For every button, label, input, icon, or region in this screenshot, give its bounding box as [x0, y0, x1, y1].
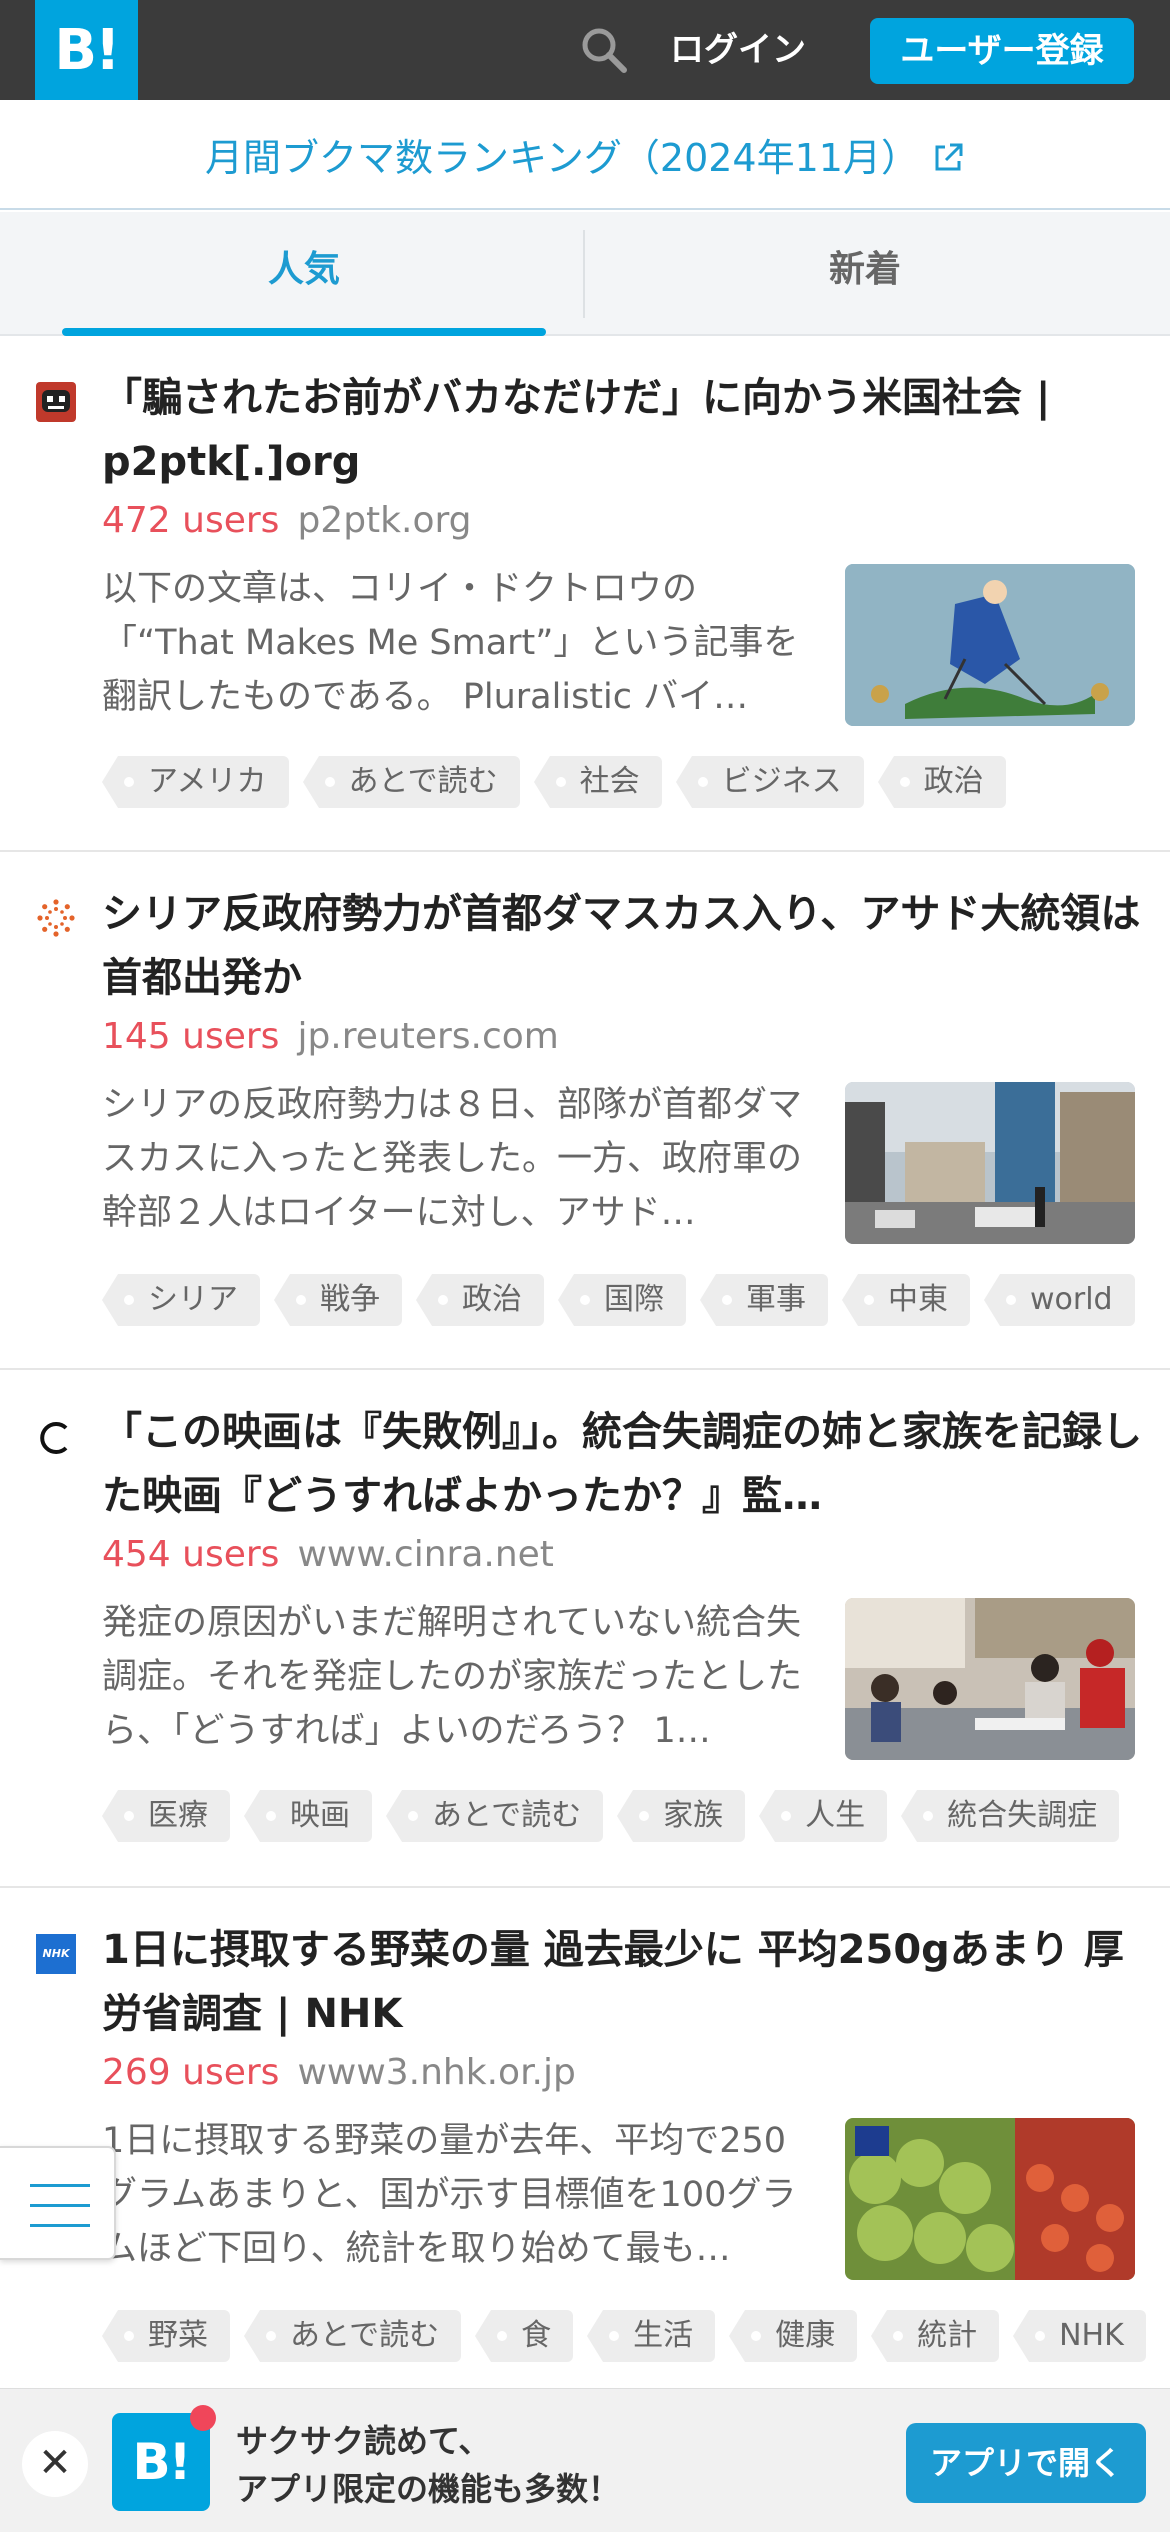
hatena-bookmark-logo[interactable]: B! — [35, 0, 138, 100]
entry-item[interactable]: シリア反政府勢力が首都ダマスカス入り、アサド大統領は首都出発か 145 user… — [0, 852, 1170, 1370]
tag-list: 医療 映画 あとで読む 家族 人生 統合失調症 — [102, 1790, 1120, 1842]
tab-new[interactable]: 新着 — [585, 212, 1145, 336]
entry-description: シリアの反政府勢力は８日、部隊が首都ダマスカスに入ったと発表した。一方、政府軍の… — [102, 1085, 802, 1233]
ranking-header[interactable]: 月間ブクマ数ランキング（2024年11月） — [0, 100, 1170, 210]
banner-message: サクサク読めて、 アプリ限定の機能も多数！ — [236, 2417, 620, 2513]
entry-item[interactable]: 「この映画は『失敗例』」。統合失調症の姉と家族を記録した映画『どうすればよかった… — [0, 1370, 1170, 1888]
tag[interactable]: 政治 — [416, 1274, 544, 1326]
entry-meta: 472 users p2ptk.org — [102, 496, 472, 546]
tab-popular-label: 人気 — [267, 249, 340, 290]
entry-item[interactable]: 「騙されたお前がバカなだけだ」に向かう米国社会 | p2ptk[.]org 47… — [0, 336, 1170, 852]
bookmark-users-count[interactable]: 472 users — [102, 500, 279, 541]
bookmark-users-count[interactable]: 145 users — [102, 1016, 279, 1057]
tag[interactable]: 社会 — [533, 756, 662, 808]
tag[interactable]: 統計 — [871, 2310, 1000, 2362]
entry-thumbnail[interactable] — [845, 1598, 1135, 1760]
tag[interactable]: NHK — [1013, 2310, 1146, 2362]
tab-popular[interactable]: 人気 — [62, 212, 546, 336]
tag[interactable]: 戦争 — [274, 1274, 402, 1326]
tag[interactable]: 食 — [475, 2310, 574, 2362]
tag-list: シリア 戦争 政治 国際 軍事 中東 world — [102, 1274, 1135, 1326]
tag[interactable]: 医療 — [102, 1790, 230, 1842]
tag[interactable]: 統合失調症 — [901, 1790, 1120, 1842]
tag[interactable]: 家族 — [617, 1790, 746, 1842]
tab-bar: 人気 新着 — [0, 212, 1170, 336]
entry-thumbnail[interactable] — [845, 564, 1135, 726]
entry-meta: 269 users www3.nhk.or.jp — [102, 2048, 576, 2098]
tag-list: アメリカ あとで読む 社会 ビジネス 政治 — [102, 756, 1006, 808]
search-icon[interactable] — [578, 24, 630, 76]
menu-line — [30, 2184, 90, 2187]
tag[interactable]: 中東 — [842, 1274, 970, 1326]
entry-title[interactable]: 「この映画は『失敗例』」。統合失調症の姉と家族を記録した映画『どうすればよかった… — [102, 1400, 1142, 1528]
menu-line — [30, 2204, 90, 2207]
login-link[interactable]: ログイン — [670, 22, 806, 78]
p2ptk-favicon-icon — [36, 382, 76, 422]
tag[interactable]: シリア — [102, 1274, 260, 1326]
entry-description: 1日に摂取する野菜の量が去年、平均で250グラムあまりと、国が示す目標値を100… — [102, 2121, 797, 2269]
bookmark-users-count[interactable]: 269 users — [102, 2052, 279, 2093]
entry-domain[interactable]: www3.nhk.or.jp — [297, 2052, 575, 2093]
entry-thumbnail[interactable] — [845, 2118, 1135, 2280]
nhk-favicon-icon: NHK — [36, 1934, 76, 1974]
entry-title[interactable]: 1日に摂取する野菜の量 過去最少に 平均250gあまり 厚労省調査 | NHK — [102, 1918, 1142, 2046]
entry-thumbnail[interactable] — [845, 1082, 1135, 1244]
tag-list: 野菜 あとで読む 食 生活 健康 統計 NHK — [102, 2310, 1146, 2362]
bookmark-users-count[interactable]: 454 users — [102, 1534, 279, 1575]
register-button[interactable]: ユーザー登録 — [870, 18, 1134, 84]
tag[interactable]: 軍事 — [700, 1274, 828, 1326]
ranking-title[interactable]: 月間ブクマ数ランキング（2024年11月） — [205, 127, 919, 182]
entry-domain[interactable]: www.cinra.net — [297, 1534, 553, 1575]
entry-domain[interactable]: p2ptk.org — [297, 500, 471, 541]
tag[interactable]: ビジネス — [675, 756, 864, 808]
tag[interactable]: 健康 — [729, 2310, 858, 2362]
entry-title[interactable]: シリア反政府勢力が首都ダマスカス入り、アサド大統領は首都出発か — [102, 882, 1142, 1010]
entry-meta: 145 users jp.reuters.com — [102, 1012, 559, 1062]
entry-domain[interactable]: jp.reuters.com — [297, 1016, 558, 1057]
external-link-icon — [935, 143, 963, 171]
tag[interactable]: あとで読む — [386, 1790, 604, 1842]
hamburger-menu-icon[interactable] — [0, 2146, 116, 2260]
entry-meta: 454 users www.cinra.net — [102, 1530, 554, 1580]
notification-dot — [190, 2405, 216, 2431]
tag[interactable]: あとで読む — [302, 756, 520, 808]
tag[interactable]: アメリカ — [102, 756, 289, 808]
cinra-favicon-icon — [40, 1422, 68, 1454]
app-promo-banner: ✕ B! サクサク読めて、 アプリ限定の機能も多数！ アプリで開く — [0, 2388, 1170, 2532]
tag[interactable]: 野菜 — [102, 2310, 230, 2362]
tag[interactable]: 生活 — [587, 2310, 716, 2362]
entry-description: 発症の原因がいまだ解明されていない統合失調症。それを発症したのが家族だったとした… — [102, 1603, 802, 1751]
reuters-favicon-icon — [37, 899, 75, 937]
entry-description: 以下の文章は、コリイ・ドクトロウの「“That Makes Me Smart”」… — [102, 569, 799, 717]
entry-item[interactable]: NHK 1日に摂取する野菜の量 過去最少に 平均250gあまり 厚労省調査 | … — [0, 1888, 1170, 2388]
open-in-app-button[interactable]: アプリで開く — [906, 2423, 1146, 2503]
tag[interactable]: world — [984, 1274, 1135, 1326]
close-banner-button[interactable]: ✕ — [22, 2431, 88, 2497]
active-tab-indicator — [62, 328, 546, 336]
tag[interactable]: 政治 — [877, 756, 1006, 808]
menu-line — [30, 2224, 90, 2227]
entry-title[interactable]: 「騙されたお前がバカなだけだ」に向かう米国社会 | p2ptk[.]org — [102, 366, 1142, 494]
banner-line-1: サクサク読めて、 — [236, 2422, 491, 2460]
tag[interactable]: あとで読む — [244, 2310, 462, 2362]
top-header: B! ログイン ユーザー登録 — [0, 0, 1170, 100]
banner-line-2: アプリ限定の機能も多数！ — [236, 2470, 621, 2508]
tag[interactable]: 国際 — [558, 1274, 686, 1326]
tag[interactable]: 人生 — [759, 1790, 888, 1842]
tag[interactable]: 映画 — [244, 1790, 372, 1842]
